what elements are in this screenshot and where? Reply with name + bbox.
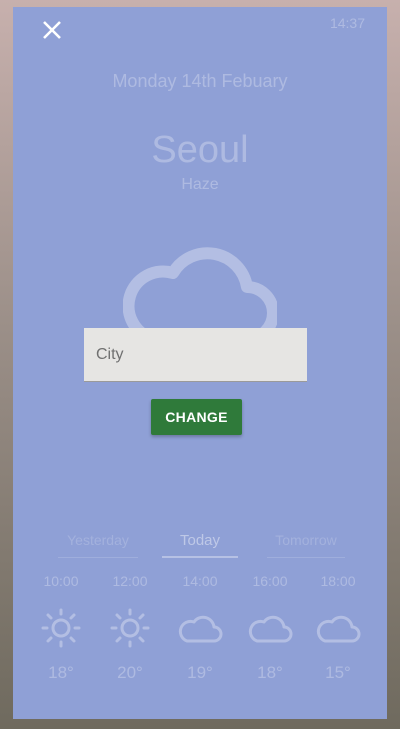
weather-condition: Haze [181, 176, 219, 193]
day-tabs: Yesterday Today Tomorrow [13, 532, 387, 562]
date-label: Monday 14th Febuary [112, 71, 288, 91]
forecast-hour: 16:00 [252, 573, 288, 589]
forecast-temp: 20° [117, 663, 143, 682]
tab-tomorrow[interactable]: Tomorrow [267, 532, 345, 558]
forecast-temp: 15° [325, 663, 351, 682]
tab-yesterday[interactable]: Yesterday [58, 532, 138, 558]
weather-card: 14:37 Monday 14th Febuary Seoul Haze 9° … [13, 7, 387, 719]
cloud-icon [248, 615, 293, 643]
forecast-temp: 18° [257, 663, 283, 682]
cloud-icon [316, 615, 361, 643]
city-name: Seoul [151, 129, 249, 171]
forecast-hour: 10:00 [43, 573, 79, 589]
forecast-hour: 18:00 [320, 573, 356, 589]
city-input[interactable] [84, 328, 307, 382]
cloud-icon [178, 615, 223, 643]
forecast-temp: 18° [48, 663, 74, 682]
status-time: 14:37 [329, 15, 365, 31]
sun-icon [110, 608, 150, 648]
forecast-temp: 19° [187, 663, 213, 682]
change-button[interactable]: CHANGE [151, 399, 242, 435]
forecast-hour: 12:00 [112, 573, 148, 589]
tab-today[interactable]: Today [162, 532, 238, 558]
sun-icon [41, 608, 81, 648]
forecast-hour: 14:00 [182, 573, 218, 589]
close-icon[interactable] [39, 17, 65, 43]
